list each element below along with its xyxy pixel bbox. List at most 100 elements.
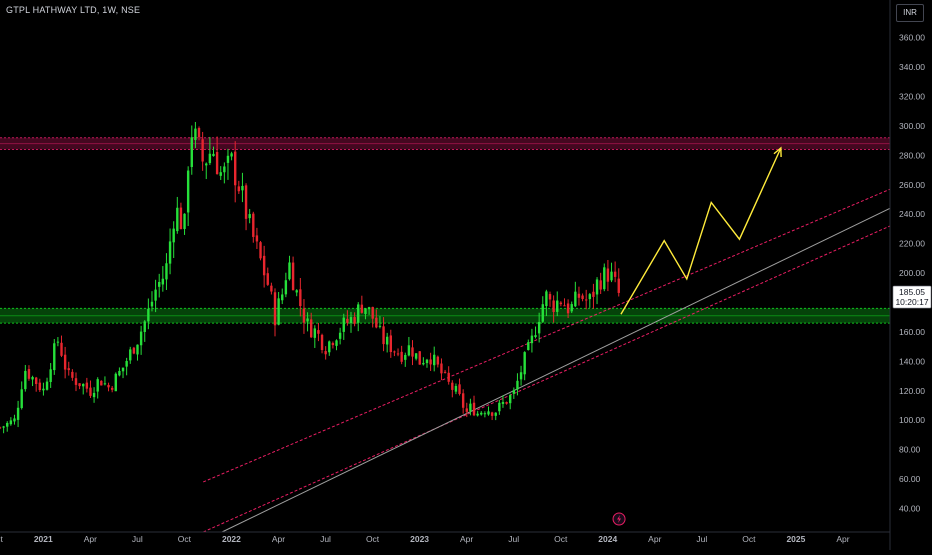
candle-body <box>234 151 237 186</box>
candle-body <box>563 305 566 307</box>
candle-body <box>407 345 411 356</box>
candle-body <box>360 304 364 313</box>
axis-layer: 40.00 60.00 80.00 100.00 120.00 140.00 160.00 1… <box>0 0 932 550</box>
chart-svg[interactable]: 40.00 60.00 80.00 100.00 120.00 140.00 160.00 1… <box>0 0 932 550</box>
candle-body <box>82 383 85 387</box>
candle-body <box>346 318 349 323</box>
candle-body <box>425 359 429 364</box>
candle-body <box>610 271 613 281</box>
candle-body <box>121 367 125 372</box>
candle-body <box>306 318 309 322</box>
candle-body <box>603 267 606 290</box>
x-tick-label: 2022 <box>222 534 241 544</box>
candle-body <box>530 335 534 344</box>
candle-body <box>577 293 581 298</box>
channel-lower-line <box>203 225 891 533</box>
x-tick-label: Apr <box>84 534 97 544</box>
candle-body <box>335 340 338 346</box>
current-price-countdown: 10:20:17 <box>895 297 928 307</box>
candle-body <box>299 289 302 307</box>
zone-layer <box>0 137 890 324</box>
candle-body <box>433 354 436 366</box>
candle-body <box>248 214 251 219</box>
candle-body <box>270 285 273 292</box>
y-tick-label: 220.00 <box>899 239 925 249</box>
candle-body <box>241 185 244 191</box>
candle-body <box>9 420 13 425</box>
x-tick-label: Apr <box>272 534 285 544</box>
candle-body <box>581 295 584 300</box>
projection-layer <box>620 146 782 315</box>
candle-body <box>176 207 179 232</box>
candle-body <box>13 418 16 422</box>
candle-body <box>78 383 81 387</box>
candle-body <box>548 294 552 300</box>
price-chart[interactable]: 40.00 60.00 80.00 100.00 120.00 140.00 160.00 1… <box>0 0 932 550</box>
candle-body <box>125 361 128 367</box>
x-tick-label: Oct <box>366 534 380 544</box>
candle-body <box>469 403 472 412</box>
candle-body <box>519 372 523 380</box>
candle-body <box>617 278 620 293</box>
candle-body <box>396 353 400 355</box>
x-tick-label: Jul <box>696 534 707 544</box>
candle-body <box>324 351 327 355</box>
candle-body <box>331 343 335 346</box>
candle-body <box>172 228 175 243</box>
x-tick-label: Apr <box>648 534 661 544</box>
candle-body <box>71 371 74 378</box>
x-tick-label: Oct <box>178 534 192 544</box>
x-tick-label: 2021 <box>34 534 53 544</box>
y-tick-label: 120.00 <box>899 386 925 396</box>
candle-body <box>599 280 602 290</box>
candle-body <box>509 395 512 404</box>
candle-body <box>545 291 548 307</box>
candle-body <box>541 304 544 322</box>
candle-body <box>556 300 559 312</box>
candle-body <box>100 380 103 386</box>
candle-body <box>226 155 230 163</box>
candle-body <box>89 387 92 396</box>
channel-layer <box>203 188 891 533</box>
candle-body <box>309 319 313 338</box>
candle-body <box>273 292 277 326</box>
candle-body <box>382 326 385 345</box>
candle-body <box>139 331 143 346</box>
candle-body <box>461 393 465 408</box>
candle-body <box>179 207 183 230</box>
candle-body <box>534 335 537 338</box>
candle-body <box>56 341 60 343</box>
candle-body <box>255 235 259 242</box>
candle-body <box>60 342 63 356</box>
candle-body <box>483 413 487 415</box>
candle-body <box>559 302 563 305</box>
candle-body <box>31 377 34 380</box>
candle-body <box>186 170 190 213</box>
candle-body <box>197 128 201 138</box>
candle-body <box>0 427 2 429</box>
candle-body <box>194 128 197 141</box>
candle-body <box>92 392 96 398</box>
candle-body <box>527 342 530 351</box>
y-tick-label: 160.00 <box>899 327 925 337</box>
x-tick-label: 2024 <box>598 534 617 544</box>
candle-body <box>523 352 526 375</box>
y-tick-label: 40.00 <box>899 503 921 513</box>
candle-body <box>118 370 121 376</box>
candle-body <box>38 382 42 391</box>
candle-body <box>110 387 114 390</box>
candle-body <box>288 262 291 280</box>
candle-body <box>592 291 595 297</box>
y-tick-label: 140.00 <box>899 356 925 366</box>
candle-body <box>6 422 9 427</box>
currency-button[interactable]: INR <box>896 4 924 22</box>
candle-body <box>451 382 454 390</box>
candle-body <box>161 278 165 285</box>
candle-body <box>364 308 367 314</box>
candle-body <box>237 186 241 192</box>
candle-body <box>378 325 382 327</box>
candle-body <box>375 317 378 328</box>
candle-body <box>252 213 255 237</box>
candle-body <box>320 334 324 350</box>
candle-body <box>53 343 56 371</box>
